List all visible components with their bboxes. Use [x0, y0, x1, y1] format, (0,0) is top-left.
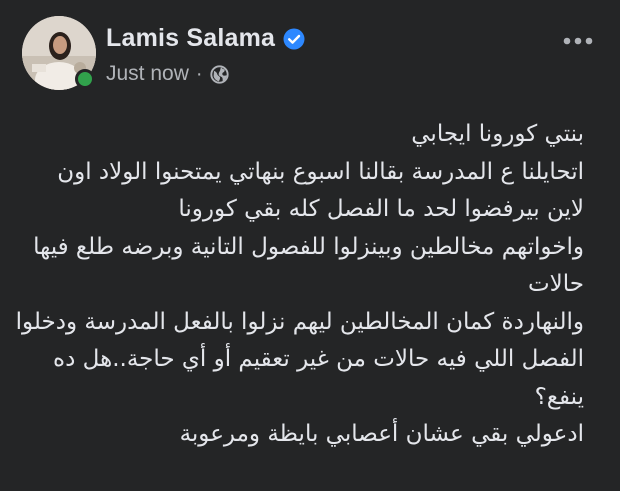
post-message-line: ادعولي بقي عشان أعصابي بايظة ومرعوبة — [179, 421, 584, 447]
post-meta: Just now · — [106, 62, 229, 86]
post-message-line: اتحايلنا ع المدرسة بقالنا اسبوع بنهاتي ي… — [57, 158, 584, 185]
post-header: Lamis Salama Just now · — [22, 16, 602, 96]
post-message-line: ينفع؟ — [534, 383, 584, 410]
post-message: بنتي كورونا ايجابي اتحايلنا ع المدرسة بق… — [15, 116, 584, 454]
post-message-line: لاين بيرفضوا لحد ما الفصل كله بقي كورونا — [178, 196, 584, 222]
meta-separator: · — [195, 62, 203, 85]
post-message-line: واخواتهم مخالطين وبينزلوا للفصول التانية… — [33, 233, 584, 260]
post-timestamp[interactable]: Just now — [106, 62, 189, 86]
post-message-line: حالات — [528, 271, 584, 297]
globe-icon[interactable] — [209, 64, 229, 84]
post-message-line: الفصل اللي فيه حالات من غير تعقيم أو أي … — [53, 346, 584, 372]
author-avatar[interactable] — [22, 16, 96, 90]
online-status-indicator — [75, 69, 95, 89]
facebook-post: Lamis Salama Just now · بنتي كورونا ايجا… — [0, 0, 620, 491]
author-name[interactable]: Lamis Salama — [106, 24, 275, 53]
author-row: Lamis Salama — [106, 24, 305, 53]
post-message-line: بنتي كورونا ايجابي — [411, 121, 584, 147]
verified-badge-icon — [283, 28, 305, 50]
more-horizontal-icon — [563, 37, 593, 45]
post-message-line: والنهاردة كمان المخالطين ليهم نزلوا بالف… — [15, 308, 584, 335]
post-options-button[interactable] — [558, 26, 598, 56]
